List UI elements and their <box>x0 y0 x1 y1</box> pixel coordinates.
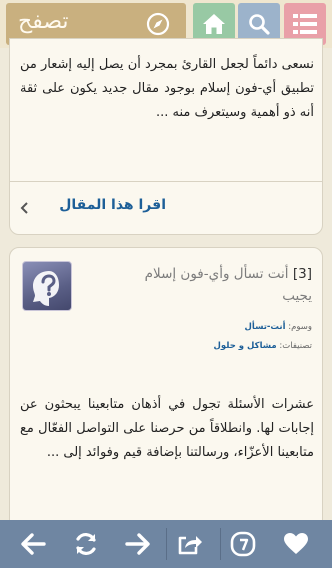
categories-row: تصنيفات: مشاكل و حلول <box>214 341 312 351</box>
share-button[interactable] <box>172 526 208 562</box>
article-number: [3] <box>292 266 312 282</box>
categories-label: تصنيفات: <box>279 341 312 351</box>
home-icon <box>203 14 225 34</box>
refresh-icon <box>76 533 96 555</box>
chevron-left-icon <box>20 202 28 214</box>
app-logo-icon <box>230 531 256 557</box>
search-icon <box>249 14 270 35</box>
tags-label: وسوم: <box>288 322 312 332</box>
favorite-button[interactable] <box>278 526 314 562</box>
favorite-heart-icon <box>284 533 308 554</box>
bottom-toolbar <box>0 520 332 568</box>
forward-button[interactable] <box>120 526 156 562</box>
refresh-button[interactable] <box>68 526 104 562</box>
tag-link[interactable]: أنت-تسأل <box>245 322 286 332</box>
forward-arrow-icon <box>125 533 150 555</box>
article-thumbnail[interactable] <box>22 261 72 311</box>
question-head-icon <box>33 271 59 306</box>
back-arrow-icon <box>21 533 46 555</box>
toolbar-separator <box>166 528 167 560</box>
browse-label: تصفح <box>18 9 69 34</box>
read-article-button[interactable]: اقرا هذا المقال <box>10 181 322 235</box>
menu-icon <box>293 14 317 34</box>
read-article-label: اقرا هذا المقال <box>59 197 166 213</box>
toolbar-separator <box>220 528 221 560</box>
tags-row: وسوم: أنت-تسأل <box>245 322 313 332</box>
category-link[interactable]: مشاكل و حلول <box>214 341 277 351</box>
article-card: [3] أنت تسأل وأي-فون إسلام يجيب وسوم: أن… <box>9 247 323 530</box>
article-title-text: أنت تسأل وأي-فون إسلام <box>144 266 289 282</box>
article-excerpt: نسعى دائماً لجعل القارئ بمجرد أن يصل إلي… <box>20 57 314 120</box>
article-card: نسعى دائماً لجعل القارئ بمجرد أن يصل إلي… <box>9 38 323 235</box>
compass-icon <box>146 12 170 36</box>
article-excerpt: عشرات الأسئلة تجول في أذهان متابعينا يبح… <box>20 397 314 460</box>
article-title[interactable]: [3] أنت تسأل وأي-فون إسلام <box>82 262 312 286</box>
article-title-line2: يجيب <box>282 288 312 304</box>
app-logo-button[interactable] <box>225 526 261 562</box>
back-button[interactable] <box>15 526 51 562</box>
share-icon <box>178 536 202 555</box>
